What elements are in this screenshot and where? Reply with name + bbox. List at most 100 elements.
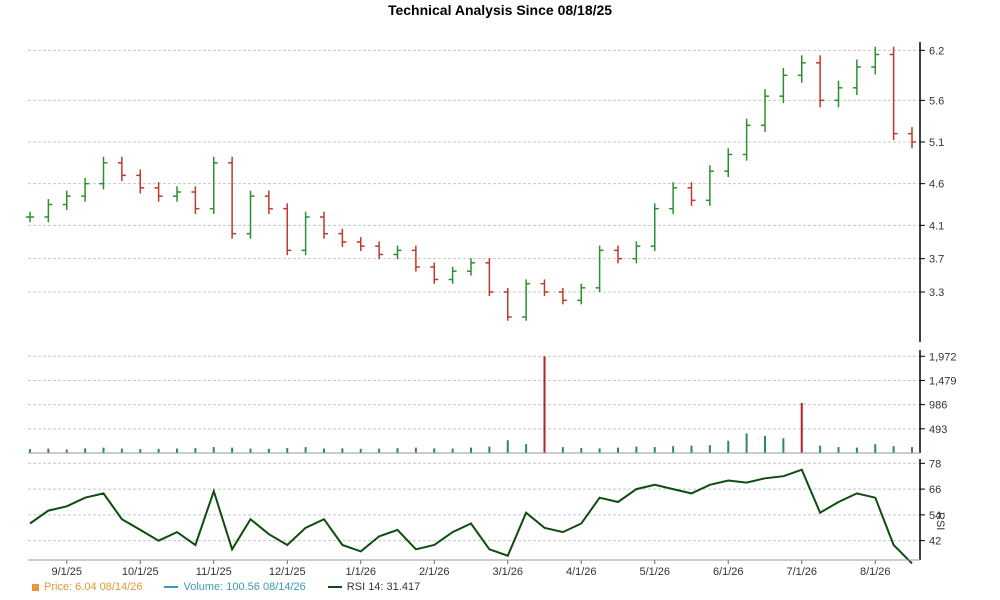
- volume-bar: [139, 449, 142, 453]
- volume-bar: [855, 447, 858, 453]
- price-bar: [99, 156, 108, 190]
- legend-price-text: Price: 6.04 08/14/26: [44, 581, 143, 593]
- x-tick-label: 11/1/25: [196, 566, 232, 578]
- volume-bar: [580, 448, 583, 453]
- volume-bar: [157, 448, 160, 453]
- price-bar: [889, 46, 898, 141]
- price-bar: [761, 89, 769, 132]
- volume-bar: [874, 444, 877, 453]
- x-tick-label: 10/1/25: [122, 566, 159, 578]
- volume-bar: [359, 448, 362, 453]
- price-bar: [173, 186, 181, 202]
- price-bar: [577, 283, 586, 305]
- volume-tick-label: 986: [929, 400, 947, 412]
- price-bar: [705, 165, 714, 206]
- price-bar: [595, 245, 604, 293]
- volume-bar: [267, 448, 270, 453]
- price-bar: [614, 245, 622, 264]
- volume-bar: [341, 448, 344, 453]
- volume-bar: [525, 444, 528, 453]
- volume-bar: [764, 435, 766, 453]
- price-tick-label: 5.1: [929, 137, 944, 149]
- price-bar: [834, 80, 843, 108]
- price-bar: [742, 118, 751, 161]
- volume-bar: [617, 447, 619, 453]
- price-bar: [228, 156, 237, 239]
- legend-price-swatch: [32, 583, 39, 591]
- price-bar: [908, 127, 916, 149]
- volume-bar: [286, 448, 289, 453]
- price-bar: [430, 262, 439, 284]
- price-bar: [558, 287, 567, 305]
- price-bar: [650, 203, 659, 251]
- volume-bar: [892, 446, 895, 453]
- rsi-line: [29, 468, 913, 565]
- volume-bar: [598, 448, 601, 453]
- price-bar: [154, 182, 163, 202]
- price-bar: [632, 241, 641, 264]
- price-bar: [393, 245, 402, 260]
- volume-bar: [249, 448, 252, 453]
- volume-bar: [194, 448, 197, 453]
- volume-bar: [304, 447, 307, 453]
- price-tick-label: 4.1: [929, 220, 944, 232]
- price-bar: [779, 67, 788, 104]
- volume-bar: [708, 445, 711, 453]
- price-bar: [283, 203, 292, 256]
- price-bar: [264, 190, 273, 215]
- price-bar: [246, 190, 255, 239]
- price-bar: [117, 156, 126, 182]
- volume-bar: [470, 447, 472, 453]
- volume-bar: [378, 448, 381, 453]
- price-grid: [28, 49, 920, 293]
- volume-bar: [819, 445, 822, 453]
- price-tick-label: 6.2: [929, 45, 944, 57]
- legend-volume-swatch: [164, 586, 179, 588]
- price-bar: [81, 177, 90, 202]
- volume-bar: [65, 449, 68, 453]
- price-bar: [136, 169, 145, 194]
- legend-price: Price: 6.04 08/14/26: [32, 581, 142, 593]
- rsi-tick-label: 78: [929, 458, 941, 470]
- price-bar: [191, 186, 200, 215]
- price-ticks: 3.3 3.7 4.1 4.6 5.1 5.6 6.2: [920, 45, 944, 299]
- x-tick-label: 9/1/25: [51, 566, 82, 578]
- price-bar: [467, 258, 475, 276]
- x-tick-label: 8/1/26: [860, 566, 891, 578]
- volume-bar: [102, 447, 105, 453]
- price-bar: [871, 46, 880, 75]
- x-tick-label: 7/1/26: [786, 566, 817, 578]
- legend-rsi-swatch: [327, 586, 342, 588]
- x-tick-label: 5/1/26: [639, 566, 670, 578]
- chart-canvas: 3.3 3.7 4.1 4.6 5.1 5.6 6.2 493 986 1,479 1,972 4…: [26, 42, 957, 578]
- volume-bar: [396, 448, 399, 453]
- volume-bar: [488, 446, 491, 453]
- volume-bar: [120, 448, 123, 453]
- price-bar: [540, 279, 549, 297]
- price-tick-label: 4.6: [929, 179, 944, 191]
- volume-bar: [727, 440, 730, 453]
- chart: Technical Analysis Since 08/18/25 3.3 3.7…: [0, 0, 1000, 600]
- volume-bar: [690, 445, 693, 453]
- price-bar: [448, 266, 457, 284]
- volume-bar: [745, 433, 748, 453]
- price-bar: [26, 211, 34, 223]
- volume-bar: [212, 447, 215, 453]
- legend-volume-text: Volume: 100.56 08/14/26: [183, 581, 306, 593]
- price-tick-label: 5.6: [929, 95, 944, 107]
- x-ticks: 9/1/25 10/1/25 11/1/25 12/1/25 1/1/26 2/1/26 3…: [51, 560, 891, 578]
- price-bar: [375, 241, 384, 260]
- volume-bar: [653, 447, 656, 453]
- price-bar: [356, 237, 365, 251]
- volume-bar: [911, 447, 913, 453]
- x-tick-label: 12/1/25: [269, 566, 306, 578]
- x-tick-label: 2/1/26: [419, 566, 450, 578]
- x-tick-label: 4/1/26: [566, 566, 597, 578]
- rsi-tick-label: 66: [929, 484, 941, 496]
- volume-bar: [543, 356, 546, 453]
- price-bar: [320, 211, 328, 239]
- volume-bar: [433, 448, 436, 453]
- legend-volume: Volume: 100.56 08/14/26: [164, 581, 306, 593]
- price-bar: [816, 55, 825, 108]
- volume-bar: [176, 448, 178, 453]
